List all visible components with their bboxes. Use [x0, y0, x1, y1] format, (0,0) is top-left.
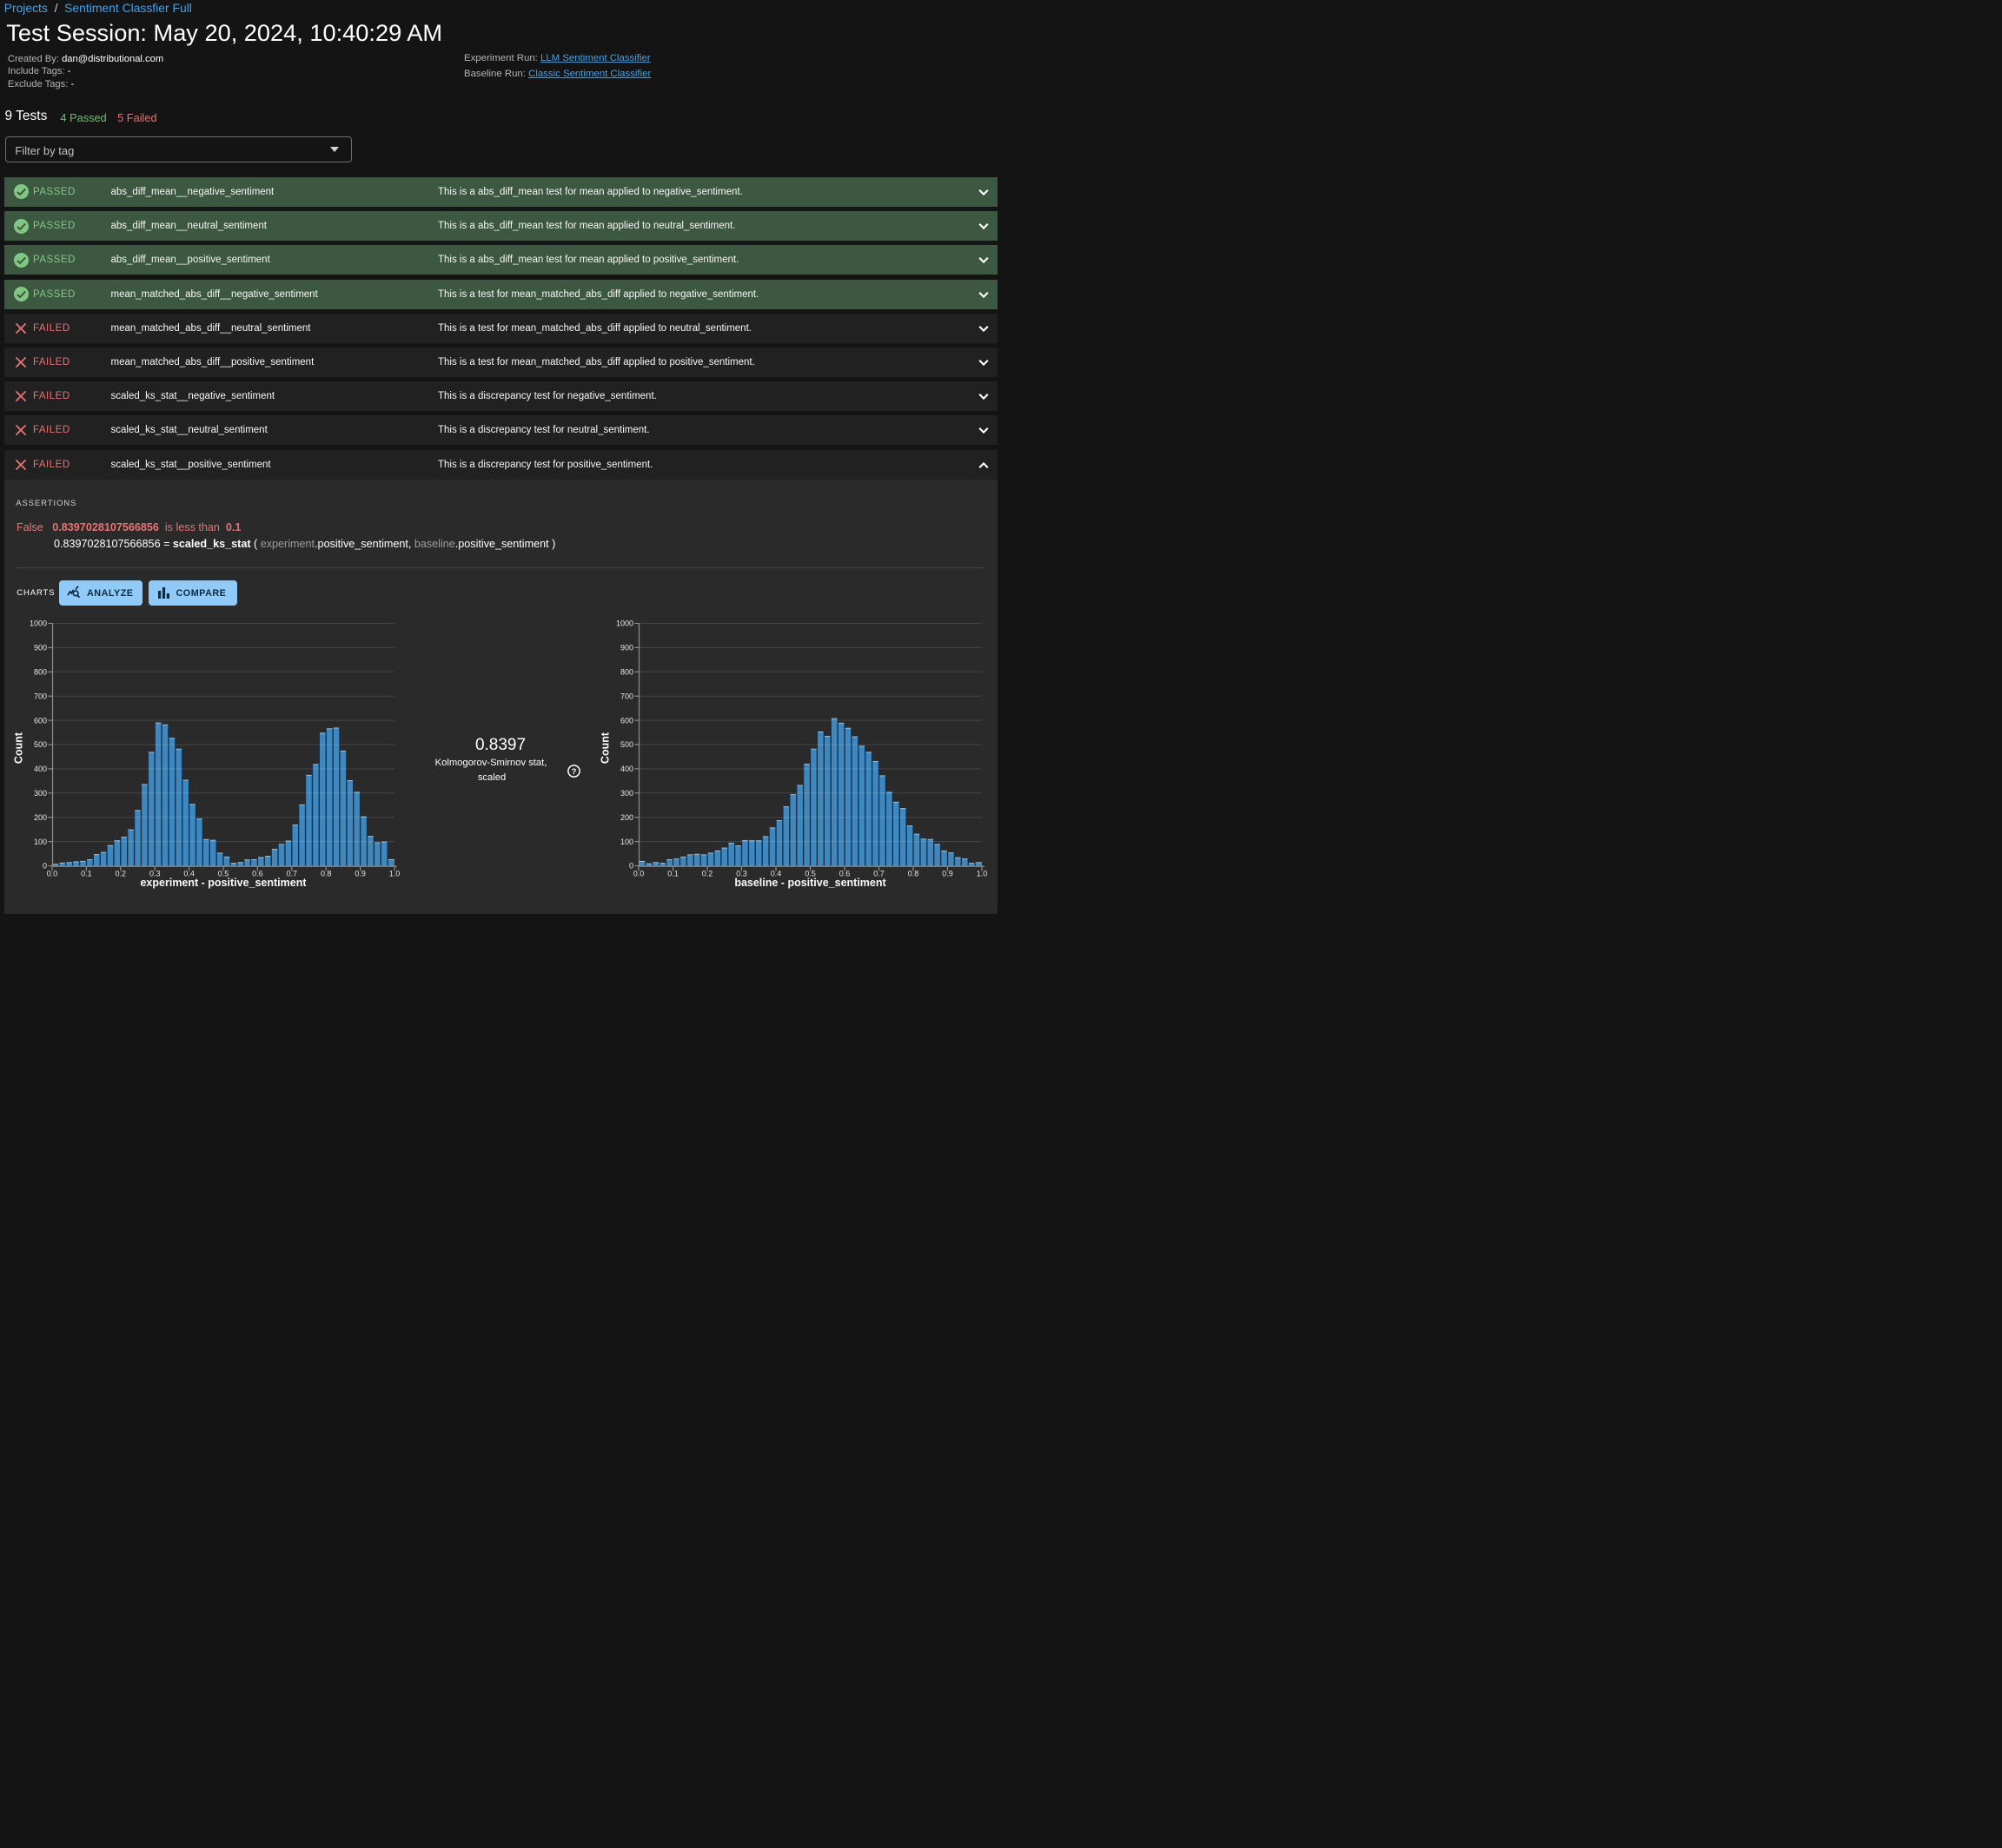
svg-text:400: 400 [34, 765, 47, 773]
svg-text:500: 500 [34, 740, 47, 749]
svg-text:Count: Count [600, 732, 612, 764]
svg-text:800: 800 [620, 668, 633, 677]
svg-text:700: 700 [620, 692, 633, 700]
svg-text:900: 900 [34, 644, 47, 652]
svg-text:600: 600 [34, 716, 47, 725]
svg-text:600: 600 [620, 716, 633, 725]
svg-text:0.2: 0.2 [702, 870, 713, 878]
svg-text:Count: Count [13, 732, 25, 764]
svg-text:0.8: 0.8 [908, 870, 919, 878]
svg-text:0.9: 0.9 [355, 870, 366, 878]
svg-text:700: 700 [34, 692, 47, 700]
svg-text:200: 200 [34, 813, 47, 822]
svg-text:experiment - positive_sentimen: experiment - positive_sentiment [140, 877, 307, 889]
svg-text:800: 800 [34, 668, 47, 677]
svg-text:0.1: 0.1 [667, 870, 679, 878]
svg-text:0.0: 0.0 [47, 870, 58, 878]
svg-text:200: 200 [620, 813, 633, 822]
svg-text:baseline - positive_sentiment: baseline - positive_sentiment [734, 877, 886, 889]
svg-text:0.9: 0.9 [942, 870, 953, 878]
svg-text:400: 400 [620, 765, 633, 773]
svg-text:0.2: 0.2 [116, 870, 127, 878]
svg-text:?: ? [571, 767, 576, 777]
svg-text:500: 500 [620, 740, 633, 749]
svg-text:900: 900 [620, 644, 633, 652]
svg-text:1000: 1000 [616, 619, 633, 628]
svg-text:100: 100 [34, 838, 47, 846]
svg-text:0.8: 0.8 [321, 870, 332, 878]
svg-text:300: 300 [620, 789, 633, 798]
svg-text:0.0: 0.0 [633, 870, 645, 878]
svg-text:100: 100 [620, 838, 633, 846]
svg-text:1.0: 1.0 [389, 870, 401, 878]
svg-text:300: 300 [34, 789, 47, 798]
svg-text:1000: 1000 [30, 619, 47, 628]
svg-text:0.1: 0.1 [81, 870, 92, 878]
svg-text:1.0: 1.0 [977, 870, 988, 878]
